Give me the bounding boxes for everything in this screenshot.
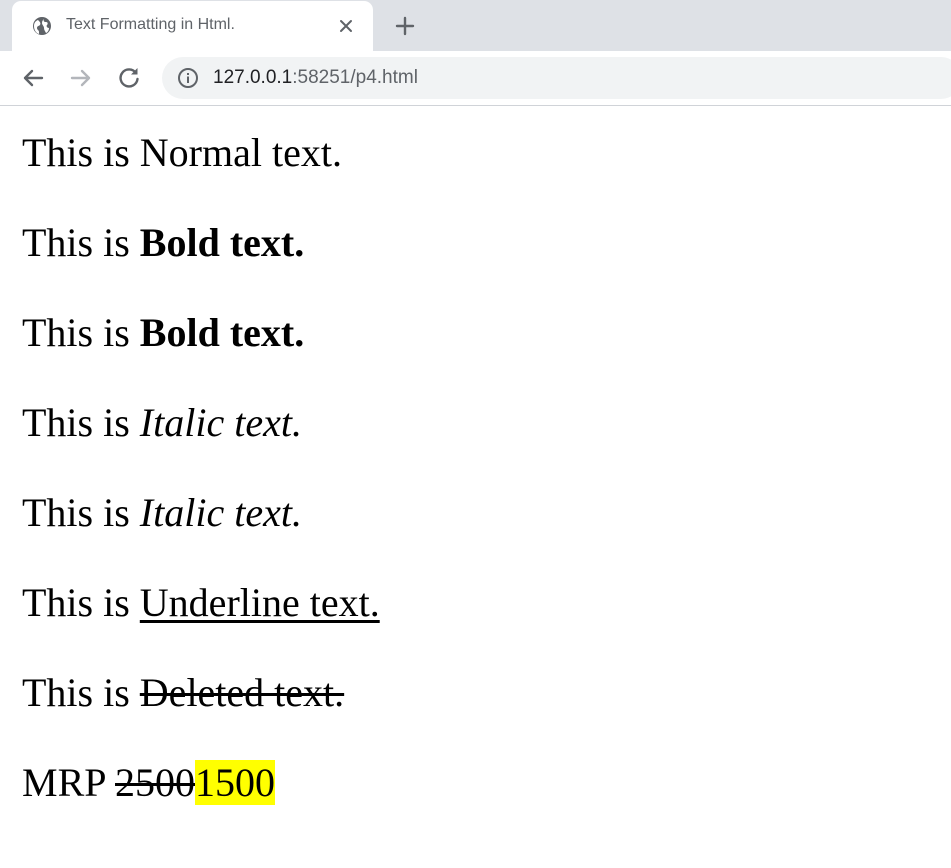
emphasis-text: Italic text. — [139, 490, 302, 535]
close-icon[interactable] — [337, 17, 355, 35]
bold-text: Bold text. — [139, 220, 305, 265]
line-prefix: This is — [22, 130, 140, 175]
emphasis-text-line: This is Italic text. — [22, 490, 302, 536]
browser-chrome: Text Formatting in Html. 127.0.0.1:58251… — [0, 0, 951, 106]
line-prefix: This is — [22, 670, 140, 715]
new-price-highlight: 1500 — [195, 760, 276, 805]
underline-text-line: This is Underline text. — [22, 580, 380, 626]
line-prefix: This is — [22, 490, 140, 535]
arrow-left-icon[interactable] — [18, 63, 48, 93]
plus-icon[interactable] — [393, 14, 417, 38]
address-bar[interactable]: 127.0.0.1:58251/p4.html — [162, 57, 951, 99]
old-price: 2500 — [115, 760, 196, 805]
price-label: MRP — [22, 760, 116, 805]
page-content: This is Normal text. This is Bold text. … — [0, 106, 951, 868]
info-icon[interactable] — [177, 67, 199, 89]
italic-text-line: This is Italic text. — [22, 400, 302, 446]
url-path: :58251/p4.html — [292, 67, 418, 88]
line-prefix: This is — [22, 220, 140, 265]
normal-text: Normal text. — [139, 130, 342, 175]
line-prefix: This is — [22, 580, 140, 625]
tab-active[interactable]: Text Formatting in Html. — [12, 1, 373, 51]
strong-text: Bold text. — [139, 310, 305, 355]
deleted-text-line: This is Deleted text. — [22, 670, 344, 716]
tab-title: Text Formatting in Html. — [66, 16, 235, 33]
url-host: 127.0.0.1 — [213, 67, 293, 88]
reload-icon[interactable] — [114, 63, 144, 93]
strong-text-line: This is Bold text. — [22, 310, 304, 356]
italic-text: Italic text. — [139, 400, 302, 445]
toolbar: 127.0.0.1:58251/p4.html — [0, 51, 951, 105]
normal-text-line: This is Normal text. — [22, 130, 342, 176]
line-prefix: This is — [22, 310, 140, 355]
underline-text: Underline text. — [139, 580, 380, 625]
url-text[interactable]: 127.0.0.1:58251/p4.html — [213, 67, 418, 89]
deleted-text: Deleted text. — [139, 670, 345, 715]
arrow-right-icon[interactable] — [66, 63, 96, 93]
bold-text-line: This is Bold text. — [22, 220, 304, 266]
price-line: MRP 25001500 — [22, 760, 276, 806]
globe-icon — [33, 17, 51, 35]
tab-strip: Text Formatting in Html. — [0, 0, 951, 51]
line-prefix: This is — [22, 400, 140, 445]
